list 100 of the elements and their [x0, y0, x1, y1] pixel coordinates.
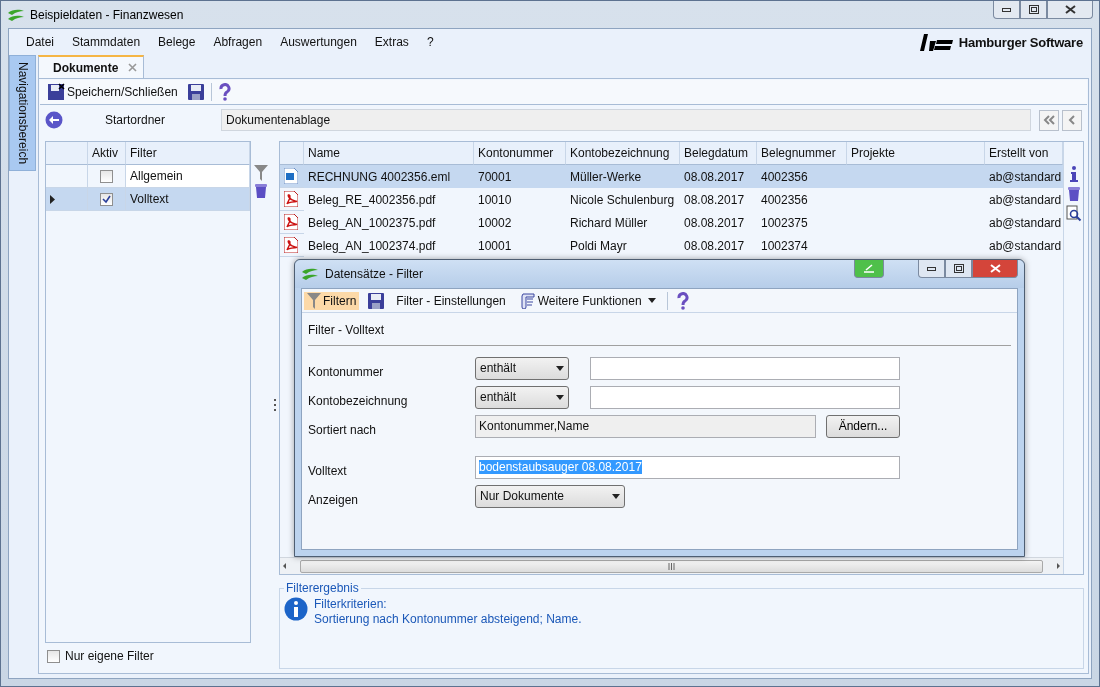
close-button[interactable]: [1047, 1, 1093, 19]
column-header[interactable]: Name: [304, 142, 474, 165]
table-cell-text: ab@standard: [988, 237, 1063, 255]
row-selector-cell[interactable]: [46, 188, 88, 211]
minimize-icon: [1002, 7, 1011, 12]
navigation-panel-tab[interactable]: Navigationsbereich: [9, 55, 36, 171]
checkbox[interactable]: [47, 649, 60, 663]
menu-item[interactable]: Abfragen: [204, 35, 272, 49]
field-label: Volltext: [308, 463, 348, 479]
start-folder-field: Dokumentenablage: [221, 109, 1031, 131]
table-cell: Volltext: [126, 188, 250, 211]
corner-header-cell: [280, 142, 304, 165]
close-button[interactable]: [972, 260, 1018, 278]
previous-page-button[interactable]: [1062, 109, 1082, 131]
dock-button[interactable]: [854, 260, 884, 278]
chevron-icon: [1068, 115, 1076, 125]
column-header[interactable]: Belegdatum: [680, 142, 757, 165]
document-tab[interactable]: Dokumente: [38, 55, 145, 78]
info-icon: [284, 597, 308, 621]
checkbox[interactable]: [100, 192, 113, 206]
pdf-file-icon: [284, 237, 298, 253]
column-header[interactable]: Belegnummer: [757, 142, 847, 165]
table-cell-text: 08.08.2017: [683, 191, 746, 209]
filter-button[interactable]: Filtern: [304, 291, 360, 310]
search-document-icon[interactable]: [1065, 205, 1082, 222]
filter-row[interactable]: Allgemein: [46, 165, 250, 188]
maximize-button[interactable]: [945, 260, 972, 278]
menu-item[interactable]: Auswertungen: [271, 35, 366, 49]
input-field[interactable]: [590, 356, 900, 380]
table-cell-text: 4002356: [760, 168, 809, 186]
sort-field: Kontonummer,Name: [475, 414, 816, 438]
table-cell-text: ab@standard: [988, 168, 1063, 186]
column-header[interactable]: Erstellt von: [985, 142, 1063, 165]
first-page-button[interactable]: [1039, 109, 1059, 131]
table-cell-text: 08.08.2017: [683, 237, 746, 255]
menu-item[interactable]: ?: [417, 35, 443, 49]
maximize-icon: [953, 264, 964, 273]
table-cell-text: Müller-Werke: [569, 168, 643, 186]
table-cell-text: Beleg_AN_1002375.pdf: [307, 214, 437, 232]
document-row[interactable]: Beleg_RE_4002356.pdf 10010 Nicole Schulenburg 08.08.2017 4002356 ab@standard: [280, 188, 1063, 211]
operator-dropdown[interactable]: enthält: [475, 385, 569, 409]
filter-icon: [307, 292, 321, 309]
menu-item[interactable]: Belege: [149, 35, 205, 49]
checkbox[interactable]: [100, 169, 113, 183]
scrollbar-thumb[interactable]: [300, 559, 1043, 573]
minimize-button[interactable]: [918, 260, 945, 278]
operator-dropdown[interactable]: enthält: [475, 356, 569, 380]
close-icon: [1064, 5, 1076, 14]
pdf-file-icon: [284, 191, 298, 207]
minimize-button[interactable]: [993, 1, 1020, 19]
table-cell-text: Richard Müller: [569, 214, 649, 232]
menu-item[interactable]: Extras: [365, 35, 418, 49]
save-close-button[interactable]: Speichern/Schließen: [44, 82, 181, 102]
row-pointer-icon: [50, 194, 55, 204]
column-header[interactable]: Aktiv: [88, 142, 126, 165]
menu-item[interactable]: Stammdaten: [63, 35, 150, 49]
column-header[interactable]: Kontonummer: [474, 142, 566, 165]
menu-item[interactable]: Datei: [17, 35, 63, 49]
filter-icon[interactable]: [254, 165, 268, 181]
table-cell-text: 08.08.2017: [683, 214, 746, 232]
caret-icon: [612, 493, 620, 499]
document-row[interactable]: Beleg_AN_1002374.pdf 10001 Poldi Mayr 08.08.2017 1002374 ab@standard: [280, 234, 1063, 257]
company-name: Hamburger Software: [958, 34, 1083, 50]
scroll-icon: [519, 292, 536, 309]
checkbox-label: Nur eigene Filter: [65, 649, 154, 663]
column-header[interactable]: Filter: [126, 142, 250, 165]
group-title: Filterergebnis: [285, 581, 360, 595]
help-icon[interactable]: [675, 291, 690, 310]
maximize-icon: [1028, 5, 1039, 14]
table-cell-text: 08.08.2017: [683, 168, 746, 186]
trash-bin-icon[interactable]: [254, 183, 268, 198]
field-label: Anzeigen: [308, 492, 360, 508]
document-row[interactable]: Beleg_AN_1002375.pdf 10002 Richard Müller 08.08.2017 1002375 ab@standard: [280, 211, 1063, 234]
app-logo-icon: [7, 8, 25, 21]
column-header[interactable]: Kontobezeichnung: [566, 142, 680, 165]
input-field[interactable]: [590, 385, 900, 409]
trash-bin-icon[interactable]: [1066, 186, 1081, 201]
change-button[interactable]: Ändern...: [826, 414, 900, 438]
table-cell-text: RECHNUNG 4002356.eml: [307, 168, 452, 186]
document-row[interactable]: RECHNUNG 4002356.eml 70001 Müller-Werke 08.08.2017 4002356 ab@standard: [280, 165, 1063, 188]
close-icon[interactable]: [128, 63, 138, 72]
close-icon: [989, 264, 1001, 273]
table-cell-text: 4002356: [760, 191, 809, 209]
column-header[interactable]: Projekte: [847, 142, 985, 165]
table-cell-text: ab@standard: [988, 214, 1063, 232]
caret-icon: [556, 394, 564, 400]
splitter-handle-icon[interactable]: [274, 399, 276, 411]
filter-settings-button[interactable]: Filter - Einstellungen: [393, 292, 509, 309]
caret-icon: [647, 298, 656, 303]
help-icon[interactable]: [217, 83, 232, 101]
start-folder-label: Startordner: [104, 113, 167, 127]
field-label: Sortiert nach: [308, 422, 378, 438]
more-functions-menu[interactable]: Weitere Funktionen: [516, 291, 659, 310]
maximize-button[interactable]: [1020, 1, 1047, 19]
info-icon[interactable]: [1069, 166, 1078, 182]
display-dropdown[interactable]: Nur Dokumente: [475, 484, 625, 508]
filter-row[interactable]: Volltext: [46, 188, 250, 211]
grip-icon: [668, 562, 675, 570]
pdf-file-icon: [284, 214, 298, 230]
table-cell-text: 1002374: [760, 237, 809, 255]
